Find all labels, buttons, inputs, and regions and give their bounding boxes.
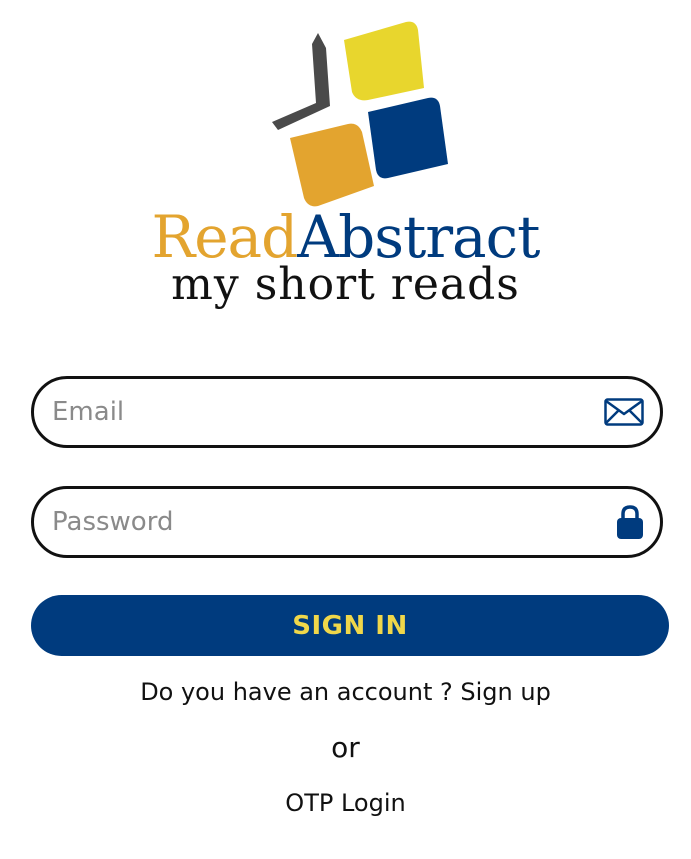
password-input[interactable] [52,489,592,555]
account-question-text: Do you have an account ? [140,678,461,706]
mail-icon [604,398,644,426]
logo-navy-tile [368,97,448,179]
logo-chevron-shape [272,33,330,130]
logo-gold-tile [290,123,374,207]
password-field[interactable] [31,486,663,558]
logo-icon [272,21,448,207]
brand-tagline: my short reads [171,259,520,310]
or-divider-text: or [331,731,360,764]
otp-login-link[interactable]: OTP Login [0,787,691,819]
account-prompt: Do you have an account ? Sign up [0,675,691,709]
lock-icon [616,504,644,540]
sign-in-button[interactable]: SIGN IN [31,595,669,656]
email-field[interactable] [31,376,663,448]
email-input[interactable] [52,379,592,445]
logo-yellow-tile [344,21,424,101]
sign-up-link[interactable]: Sign up [460,678,550,706]
